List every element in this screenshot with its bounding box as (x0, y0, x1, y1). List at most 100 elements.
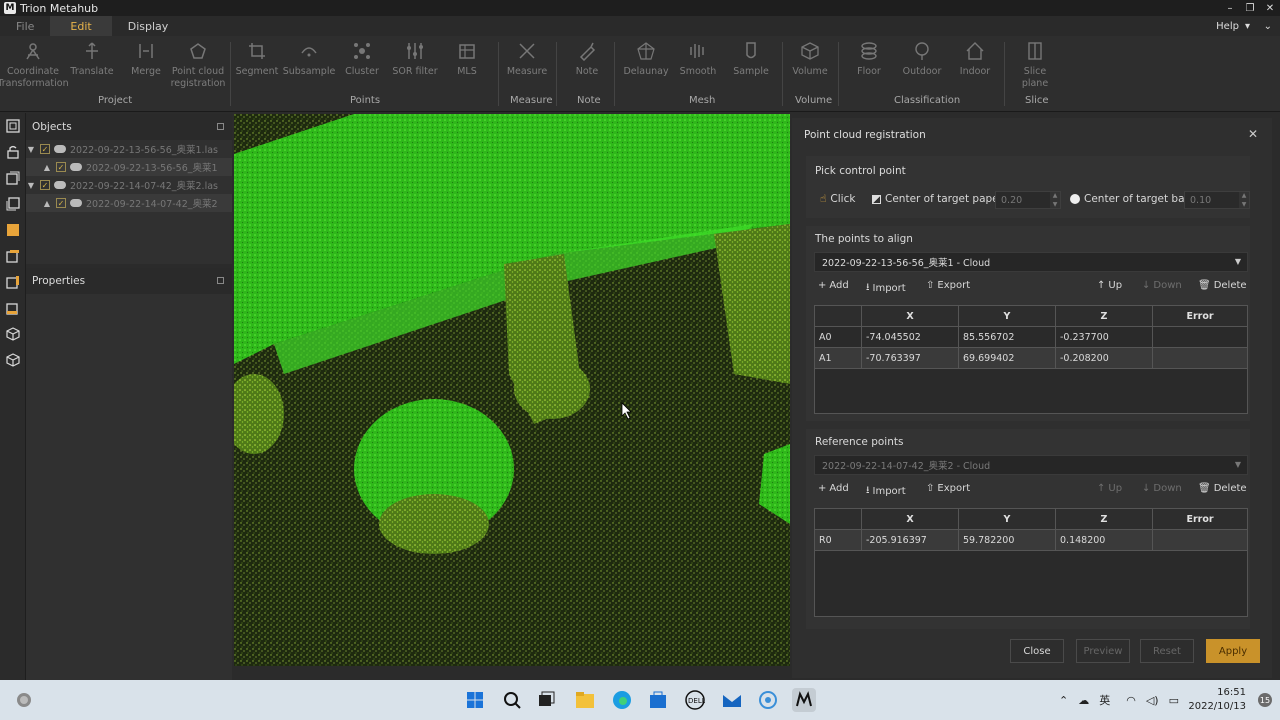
table-row[interactable]: A1 -70.763397 69.699402 -0.208200 (814, 347, 1248, 369)
iso-view-icon[interactable] (0, 321, 26, 347)
delaunay-button[interactable]: Delaunay (623, 40, 669, 78)
z-cell[interactable]: -0.237700 (1055, 326, 1153, 348)
restore-button[interactable]: ❐ (1240, 0, 1260, 16)
click-option[interactable]: ☝ Click (820, 193, 855, 205)
collapse-arrow-icon[interactable]: ▲ (42, 199, 52, 208)
ribbon-collapse-icon[interactable]: ⌄ (1264, 16, 1272, 36)
translate-button[interactable]: Translate (68, 40, 116, 78)
z-cell[interactable]: -0.208200 (1055, 347, 1153, 369)
close-window-button[interactable]: ✕ (1260, 0, 1280, 16)
slice-plane-button[interactable]: Slice plane (1010, 40, 1060, 90)
align-import-button[interactable]: ⭳ Import (866, 280, 906, 297)
show-hidden-icons-icon[interactable]: ⌃ (1059, 694, 1068, 707)
tree-item[interactable]: ▼ ✓ 2022-09-22-13-56-56_奥莱1.las (26, 140, 232, 158)
y-cell[interactable]: 85.556702 (958, 326, 1056, 348)
onedrive-icon[interactable]: ☁ (1078, 694, 1089, 707)
tree-item[interactable]: ▲ ✓ 2022-09-22-13-56-56_奥莱1 (26, 158, 232, 176)
align-down-button[interactable]: ↓ Down (1142, 280, 1182, 291)
battery-icon[interactable]: ▭ (1169, 694, 1179, 707)
view-back-icon[interactable] (0, 191, 26, 217)
volume-button[interactable]: Volume (790, 40, 830, 78)
table-row[interactable]: A0 -74.045502 85.556702 -0.237700 (814, 326, 1248, 348)
reset-button[interactable]: Reset (1140, 639, 1194, 663)
align-delete-button[interactable]: 🗑 Delete (1198, 280, 1247, 291)
reference-up-button[interactable]: ↑ Up (1097, 483, 1122, 494)
menu-file[interactable]: File (0, 16, 50, 36)
edge-browser-icon[interactable] (610, 688, 634, 712)
sample-button[interactable]: Sample (730, 40, 772, 78)
panel-float-icon[interactable] (217, 277, 224, 284)
menu-edit[interactable]: Edit (50, 16, 112, 36)
ime-indicator[interactable]: 英 (1099, 692, 1110, 708)
expand-arrow-icon[interactable]: ▼ (26, 145, 36, 154)
reference-down-button[interactable]: ↓ Down (1142, 483, 1182, 494)
preview-button[interactable]: Preview (1076, 639, 1130, 663)
point-cloud-viewport[interactable] (234, 114, 790, 666)
coordinate-transformation-button[interactable]: Coordinate Transformation (0, 40, 69, 90)
view-bottom-icon[interactable] (0, 295, 26, 321)
lock-icon[interactable] (0, 139, 26, 165)
help-menu[interactable]: Help ▾ (1216, 16, 1250, 36)
outdoor-button[interactable]: Outdoor (900, 40, 944, 78)
network-tool-icon[interactable] (756, 688, 780, 712)
wifi-icon[interactable]: ◠ (1126, 694, 1136, 707)
align-add-button[interactable]: + Add (818, 280, 849, 291)
search-icon[interactable] (500, 688, 524, 712)
sor-filter-button[interactable]: SOR filter (390, 40, 440, 78)
point-cloud-registration-button[interactable]: Point cloud registration (170, 40, 226, 90)
start-icon[interactable] (463, 688, 487, 712)
x-cell[interactable]: -74.045502 (861, 326, 959, 348)
z-cell[interactable]: 0.148200 (1055, 529, 1153, 551)
iso-view-alt-icon[interactable] (0, 347, 26, 373)
reference-add-button[interactable]: + Add (818, 483, 849, 494)
apply-button[interactable]: Apply (1206, 639, 1260, 663)
note-button[interactable]: Note (572, 40, 602, 78)
x-cell[interactable]: -70.763397 (861, 347, 959, 369)
panel-float-icon[interactable] (217, 123, 224, 130)
minimize-button[interactable]: – (1220, 0, 1240, 16)
x-cell[interactable]: -205.916397 (861, 529, 959, 551)
dell-icon[interactable]: DELL (683, 688, 707, 712)
reference-points-dropdown[interactable]: 2022-09-22-14-07-42_奥莱2 - Cloud ▼ (814, 455, 1248, 475)
collapse-arrow-icon[interactable]: ▲ (42, 163, 52, 172)
center-target-ball-option[interactable]: Center of target ball (1070, 193, 1190, 205)
notification-badge[interactable]: 15 (1258, 693, 1272, 707)
clock[interactable]: 16:51 2022/10/13 (1188, 686, 1246, 714)
tree-item[interactable]: ▲ ✓ 2022-09-22-14-07-42_奥莱2 (26, 194, 232, 212)
floor-button[interactable]: Floor (852, 40, 886, 78)
spin-up-icon[interactable]: ▲ (1053, 192, 1058, 199)
view-top-icon[interactable] (0, 217, 26, 243)
visibility-checkbox[interactable]: ✓ (40, 180, 50, 190)
view-left-icon[interactable] (0, 243, 26, 269)
spin-up-icon[interactable]: ▲ (1242, 192, 1247, 199)
view-front-icon[interactable] (0, 165, 26, 191)
measure-button[interactable]: Measure (506, 40, 548, 78)
spin-down-icon[interactable]: ▼ (1242, 201, 1247, 208)
visibility-checkbox[interactable]: ✓ (56, 162, 66, 172)
subsample-button[interactable]: Subsample (282, 40, 336, 78)
points-to-align-dropdown[interactable]: 2022-09-22-13-56-56_奥莱1 - Cloud ▼ (814, 252, 1248, 272)
volume-icon[interactable]: ◁) (1146, 694, 1159, 707)
select-icon[interactable] (0, 113, 26, 139)
table-row[interactable]: R0 -205.916397 59.782200 0.148200 (814, 529, 1248, 551)
visibility-checkbox[interactable]: ✓ (56, 198, 66, 208)
paper-size-spinbox[interactable]: 0.20 ▲ ▼ (995, 191, 1061, 209)
indoor-button[interactable]: Indoor (956, 40, 994, 78)
smooth-button[interactable]: Smooth (678, 40, 718, 78)
align-export-button[interactable]: ⇧ Export (926, 280, 970, 291)
segment-button[interactable]: Segment (236, 40, 278, 78)
cluster-button[interactable]: Cluster (342, 40, 382, 78)
trion-metahub-taskbar-icon[interactable] (792, 688, 816, 712)
y-cell[interactable]: 59.782200 (958, 529, 1056, 551)
reference-import-button[interactable]: ⭳ Import (866, 483, 906, 500)
align-up-button[interactable]: ↑ Up (1097, 280, 1122, 291)
mail-icon[interactable] (720, 688, 744, 712)
reference-delete-button[interactable]: 🗑 Delete (1198, 483, 1247, 494)
reference-export-button[interactable]: ⇧ Export (926, 483, 970, 494)
spin-down-icon[interactable]: ▼ (1053, 201, 1058, 208)
task-view-icon[interactable] (534, 688, 558, 712)
tree-item[interactable]: ▼ ✓ 2022-09-22-14-07-42_奥莱2.las (26, 176, 232, 194)
store-icon[interactable] (646, 688, 670, 712)
mls-button[interactable]: MLS (452, 40, 482, 78)
weather-icon[interactable] (12, 688, 36, 712)
